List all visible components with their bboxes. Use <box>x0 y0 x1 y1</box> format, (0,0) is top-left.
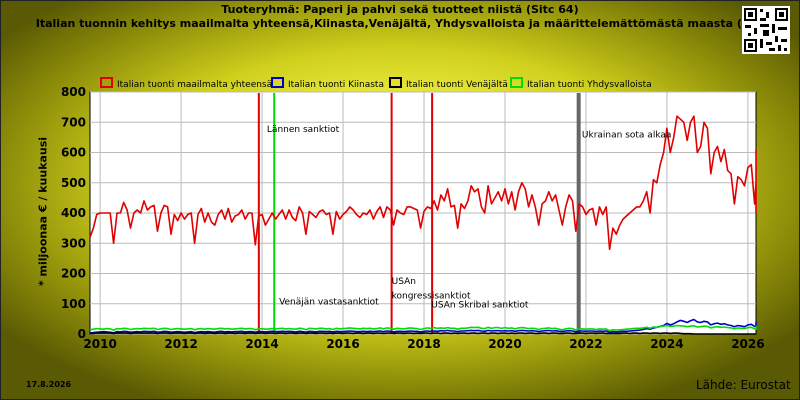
y-tick-label: 500 <box>61 176 86 190</box>
annotation-label: Ukrainan sota alkaa <box>582 130 672 140</box>
series-line <box>90 332 756 335</box>
annotation-label: USAn <box>392 277 416 287</box>
x-tick-label: 2014 <box>245 337 278 351</box>
x-tick-label: 2024 <box>650 337 683 351</box>
x-tick-label: 2022 <box>569 337 602 351</box>
y-tick-labels: 0100200300400500600700800 <box>61 85 86 341</box>
y-tick-label: 800 <box>61 85 86 99</box>
y-tick-label: 400 <box>61 206 86 220</box>
y-tick-label: 700 <box>61 115 86 129</box>
x-tick-label: 2020 <box>488 337 521 351</box>
x-tick-label: 2026 <box>731 337 764 351</box>
y-tick-label: 100 <box>61 297 86 311</box>
x-tick-label: 2012 <box>164 337 197 351</box>
date-label: 17.8.2026 <box>26 380 72 389</box>
annotation-label: Venäjän vastasanktiot <box>279 297 379 307</box>
y-tick-label: 200 <box>61 267 86 281</box>
y-tick-label: 600 <box>61 146 86 160</box>
x-tick-labels: 2010 2012 2014 2016 2018 2020 2022 2024 2026 <box>83 337 764 351</box>
annotation-label: USAn Skribal sanktiot <box>431 300 529 310</box>
source-label: Lähde: Eurostat <box>696 378 791 392</box>
y-tick-label: 300 <box>61 236 86 250</box>
x-tick-label: 2018 <box>407 337 440 351</box>
x-tick-label: 2016 <box>326 337 359 351</box>
line-chart: Lännen sanktiot Venäjän vastasanktiot USAn… <box>61 85 765 351</box>
annotation-label: Lännen sanktiot <box>267 125 340 135</box>
x-tick-label: 2010 <box>83 337 116 351</box>
